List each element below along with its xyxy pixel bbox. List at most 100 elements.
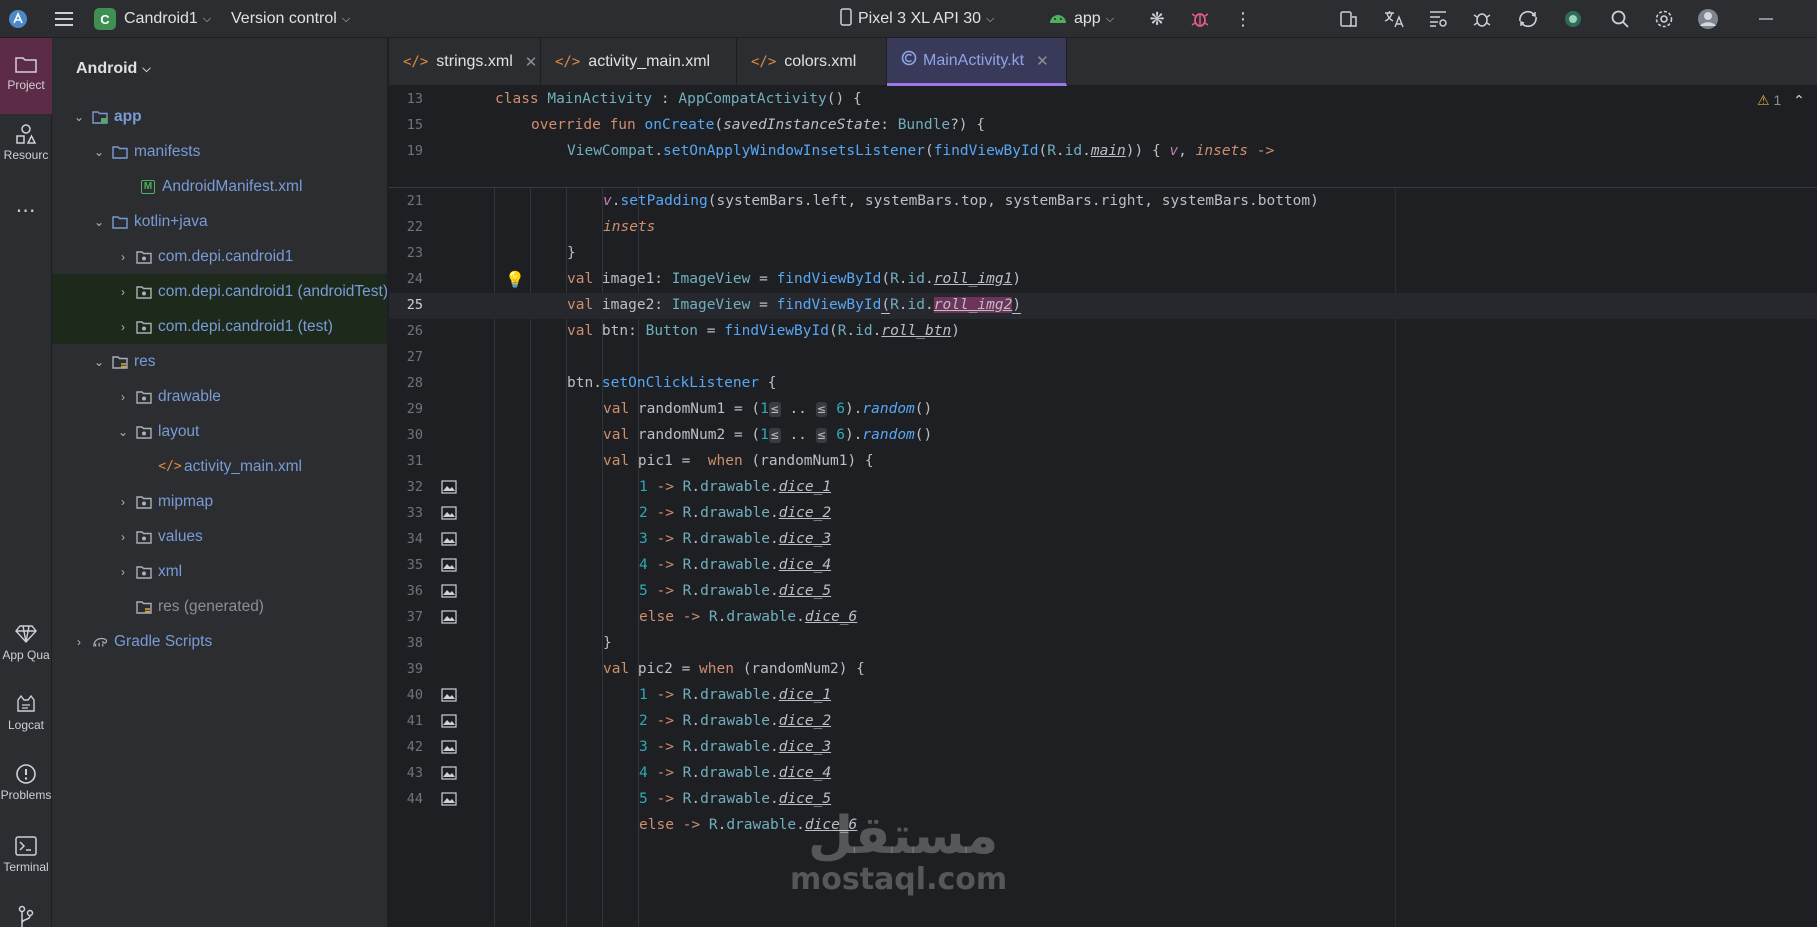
project-selector[interactable]: C Candroid1 ⌵ xyxy=(94,0,211,38)
translate-icon[interactable] xyxy=(1382,7,1406,31)
device-manager-icon[interactable] xyxy=(1336,7,1360,31)
code-line: 28 btn.setOnClickListener { xyxy=(389,371,1817,397)
search-icon[interactable] xyxy=(1608,7,1632,31)
line-number: 21 xyxy=(406,193,423,209)
code-line: 23 } xyxy=(389,241,1817,267)
terminal-label: Terminal xyxy=(3,860,49,874)
debug-icon[interactable] xyxy=(1188,7,1212,31)
problems-button[interactable]: Problems xyxy=(0,760,52,822)
chevron-down-icon: ⌵ xyxy=(986,12,995,25)
layout-inspector-icon[interactable] xyxy=(1426,7,1450,31)
tab-label: colors.xml xyxy=(784,53,857,70)
problems-icon xyxy=(15,760,37,788)
code-line: 42 3 -> R.drawable.dice_3 xyxy=(389,735,1817,761)
android-studio-logo-icon[interactable] xyxy=(6,7,30,31)
sync-icon[interactable] xyxy=(1516,7,1540,31)
package-icon xyxy=(136,494,152,510)
chevron-up-icon[interactable]: ⌃ xyxy=(1793,92,1805,108)
image-gutter-icon[interactable] xyxy=(441,714,457,728)
code-editor[interactable]: 13 class MainActivity : AppCompatActivit… xyxy=(389,87,1817,927)
line-number: 15 xyxy=(406,117,423,133)
image-gutter-icon[interactable] xyxy=(441,688,457,702)
tab-main-activity-kt[interactable]: MainActivity.kt ✕ xyxy=(887,38,1067,86)
tree-item-app[interactable]: ⌄ app xyxy=(52,99,387,134)
project-tool-button[interactable]: Project xyxy=(0,38,52,114)
tree-item-manifests[interactable]: ⌄ manifests xyxy=(52,134,387,169)
tree-item-package-main[interactable]: › com.depi.candroid1 xyxy=(52,239,387,274)
image-gutter-icon[interactable] xyxy=(441,610,457,624)
warnings-indicator[interactable]: ⚠ 1 ⌃ xyxy=(1757,92,1805,109)
image-gutter-icon[interactable] xyxy=(441,532,457,546)
app-inspection-icon[interactable] xyxy=(1470,7,1494,31)
image-gutter-icon[interactable] xyxy=(441,740,457,754)
line-number: 43 xyxy=(406,765,423,781)
folder-icon xyxy=(15,50,37,78)
image-gutter-icon[interactable] xyxy=(441,766,457,780)
tab-strings-xml[interactable]: </> strings.xml ✕ xyxy=(389,38,541,86)
logcat-button[interactable]: Logcat xyxy=(0,690,52,750)
tree-item-package-android-test[interactable]: › com.depi.candroid1 (androidTest) xyxy=(52,274,387,309)
line-number: 44 xyxy=(406,791,423,807)
project-view-selector[interactable]: Android ⌵ xyxy=(76,60,151,78)
watermark-latin: mostaql.com xyxy=(790,862,1008,897)
tree-item-package-test[interactable]: › com.depi.candroid1 (test) xyxy=(52,309,387,344)
tree-item-mipmap[interactable]: › mipmap xyxy=(52,484,387,519)
xml-file-icon: </> xyxy=(555,54,581,70)
line-number: 29 xyxy=(406,401,423,417)
code-line: 27 xyxy=(389,345,1817,371)
line-number: 37 xyxy=(406,609,423,625)
tree-item-activity-main-xml[interactable]: </> activity_main.xml xyxy=(52,449,387,484)
chevron-down-icon: ⌵ xyxy=(1105,12,1115,25)
close-icon[interactable]: ✕ xyxy=(525,53,538,71)
device-selector[interactable]: Pixel 3 XL API 30 ⌵ xyxy=(840,0,994,38)
lightbulb-icon[interactable]: 💡 xyxy=(505,270,525,289)
tree-item-kotlin-java[interactable]: ⌄ kotlin+java xyxy=(52,204,387,239)
gemini-icon[interactable] xyxy=(1561,7,1585,31)
resource-manager-button[interactable]: Resourc xyxy=(0,120,52,182)
image-gutter-icon[interactable] xyxy=(441,558,457,572)
watermark-arabic: مستقل xyxy=(808,806,999,866)
tree-item-res-generated[interactable]: res (generated) xyxy=(52,589,387,624)
minimize-window-icon[interactable] xyxy=(1754,7,1778,31)
tab-label: activity_main.xml xyxy=(588,53,711,70)
project-view-label: Android xyxy=(76,60,138,77)
tree-item-android-manifest[interactable]: M AndroidManifest.xml xyxy=(52,169,387,204)
line-number: 22 xyxy=(406,219,423,235)
terminal-button[interactable]: Terminal xyxy=(0,832,52,894)
terminal-icon xyxy=(15,832,37,860)
chevron-right-icon: › xyxy=(121,529,125,544)
more-tools-icon[interactable]: ⋯ xyxy=(0,198,52,228)
tree-item-layout[interactable]: ⌄ layout xyxy=(52,414,387,449)
chevron-right-icon: › xyxy=(120,284,125,299)
close-icon[interactable]: ✕ xyxy=(1036,52,1049,70)
problems-label: Problems xyxy=(0,788,52,802)
tree-item-drawable[interactable]: › drawable xyxy=(52,379,387,414)
account-avatar-icon[interactable] xyxy=(1696,7,1720,31)
image-gutter-icon[interactable] xyxy=(441,480,457,494)
main-menu-icon[interactable] xyxy=(52,7,76,31)
package-icon xyxy=(136,284,152,300)
tree-item-gradle-scripts[interactable]: › Gradle Scripts xyxy=(52,624,387,659)
image-gutter-icon[interactable] xyxy=(441,506,457,520)
vcs-selector[interactable]: Version control ⌵ xyxy=(231,0,350,38)
tree-item-res[interactable]: ⌄ res xyxy=(52,344,387,379)
manifest-file-icon: M xyxy=(140,179,156,195)
app-quality-label: App Qua xyxy=(2,648,50,662)
line-number: 31 xyxy=(406,453,423,469)
image-gutter-icon[interactable] xyxy=(441,792,457,806)
chevron-down-icon: ⌄ xyxy=(117,424,129,439)
tab-colors-xml[interactable]: </> colors.xml xyxy=(737,38,887,86)
package-icon xyxy=(136,529,152,545)
settings-gear-icon[interactable] xyxy=(1652,7,1676,31)
more-actions-icon[interactable]: ⋮ xyxy=(1231,7,1255,31)
tree-item-values[interactable]: › values xyxy=(52,519,387,554)
warning-icon: ⚠ xyxy=(1757,92,1770,108)
image-gutter-icon[interactable] xyxy=(441,584,457,598)
app-quality-button[interactable]: App Qua xyxy=(0,620,52,678)
tab-activity-main-xml[interactable]: </> activity_main.xml xyxy=(541,38,737,86)
run-config-selector[interactable]: app ⌵ xyxy=(1048,0,1114,38)
version-control-button[interactable] xyxy=(0,904,52,927)
tree-item-xml[interactable]: › xml xyxy=(52,554,387,589)
code-line: 15 override fun onCreate(savedInstanceSt… xyxy=(389,113,1817,139)
resource-folder-icon xyxy=(112,354,128,370)
